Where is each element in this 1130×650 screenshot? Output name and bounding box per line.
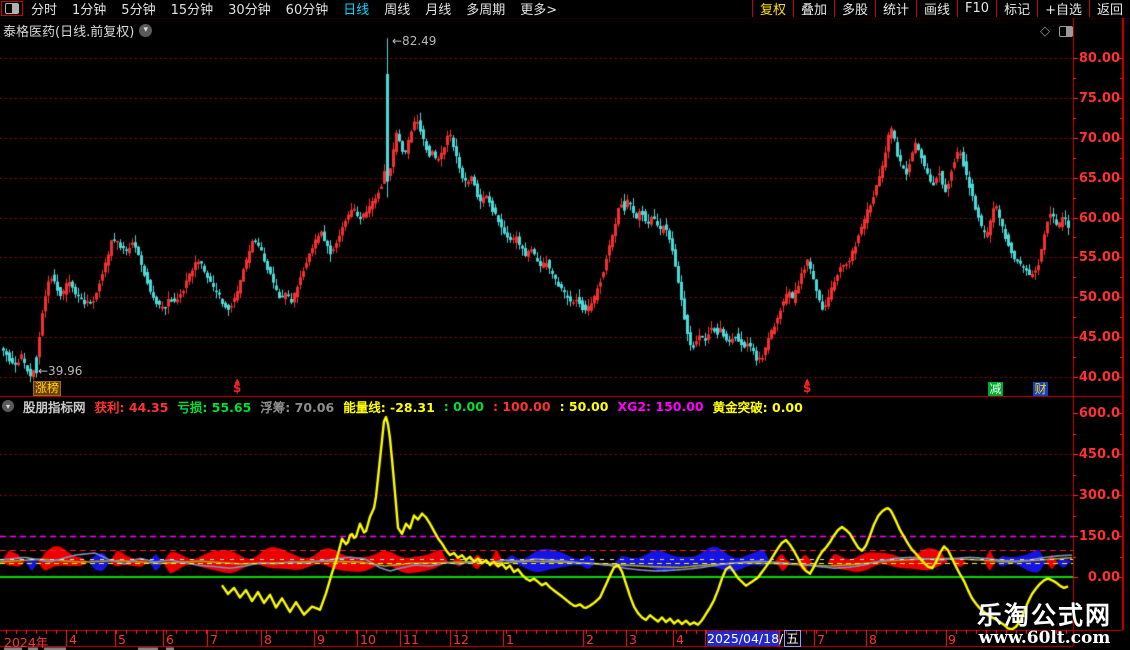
timeline-month-label: 1 <box>506 632 514 647</box>
menu-item-30分钟[interactable]: 30分钟 <box>228 0 271 18</box>
menu-item-画线[interactable]: 画线 <box>916 0 957 18</box>
timeline-month-label: 6 <box>166 632 174 647</box>
layout-icon[interactable] <box>1 1 23 16</box>
menu-item-分时[interactable]: 分时 <box>31 0 57 18</box>
tools-menu: 复权 叠加 多股 统计 画线 F10 标记 +自选 返回 <box>751 0 1130 18</box>
indicator-param: 黄金突破: 0.00 <box>712 399 803 415</box>
price-axis-label: 60.00 <box>1078 210 1120 226</box>
high-price-label: ←82.49 <box>392 34 437 48</box>
menu-item-返回[interactable]: 返回 <box>1088 0 1130 18</box>
chart-title: 泰格医药(日线.前复权) <box>3 25 135 40</box>
timeline-month-label: 9 <box>317 632 325 647</box>
indicator-header: ▾ 股朋指标网 获利: 44.35 亏损: 55.65 浮筹: 70.06 能量线: -… <box>2 397 803 416</box>
menu-item-5分钟[interactable]: 5分钟 <box>121 0 155 18</box>
menu-item-更多>[interactable]: 更多> <box>520 0 557 18</box>
timeline-month-label: 11 <box>403 632 419 647</box>
menu-item-统计[interactable]: 统计 <box>875 0 916 18</box>
timeline-month-label: 5 <box>118 632 126 647</box>
indicator-axis-label: 150.0 <box>1078 529 1120 544</box>
badge-涨榜[interactable]: 涨榜 <box>33 381 62 396</box>
low-price-label: ←39.96 <box>38 364 83 378</box>
timeline-selected-date: 2025/04/18/五 <box>707 630 801 647</box>
price-axis-label: 55.00 <box>1078 250 1120 266</box>
menu-item-周线[interactable]: 周线 <box>384 0 410 18</box>
menu-item-+自选[interactable]: +自选 <box>1037 0 1089 18</box>
price-axis-label: 50.00 <box>1078 290 1120 306</box>
diamond-icon[interactable]: ◇ <box>1040 24 1050 39</box>
menu-item-标记[interactable]: 标记 <box>996 0 1037 18</box>
indicator-param: : 50.00 <box>559 398 609 414</box>
timeline-month-label: 2024年 <box>4 635 49 650</box>
period-menu: 分时 1分钟 5分钟 15分钟 30分钟 60分钟 日线 周线 月线 多周期 更多> <box>31 0 557 18</box>
chart-canvas[interactable] <box>0 0 1130 650</box>
timeline-month-label: 8 <box>264 632 272 647</box>
badge-减[interactable]: 减 <box>988 382 1003 396</box>
watermark: 乐淘公式网 www.60lt.com <box>977 603 1112 648</box>
timeline-month-label: 2 <box>586 632 594 647</box>
chart-title-row: 泰格医药(日线.前复权) ▾ <box>3 21 153 40</box>
price-axis-label: 70.00 <box>1078 130 1120 146</box>
timeline-month-label: 10 <box>360 632 376 647</box>
menu-item-叠加[interactable]: 叠加 <box>792 0 834 18</box>
indicator-param: XG2: 150.00 <box>617 398 704 414</box>
menu-item-1分钟[interactable]: 1分钟 <box>72 0 106 18</box>
menu-item-多周期[interactable]: 多周期 <box>466 0 505 18</box>
window-icon[interactable] <box>1059 26 1073 37</box>
indicator-axis-label: 0.00 <box>1087 570 1120 585</box>
price-axis-label: 65.00 <box>1078 170 1120 186</box>
indicator-axis-label: 450.0 <box>1078 447 1120 462</box>
menu-item-多股[interactable]: 多股 <box>833 0 875 18</box>
timeline-month-label: 7 <box>210 632 218 647</box>
price-axis-label: 45.00 <box>1078 330 1120 346</box>
chart-corner-icons: ◇ <box>1040 24 1073 39</box>
menu-item-15分钟[interactable]: 15分钟 <box>171 0 214 18</box>
watermark-url: www.60lt.com <box>978 628 1111 648</box>
indicator-param: 亏损: 55.65 <box>177 399 252 415</box>
price-axis-label: 40.00 <box>1078 370 1120 385</box>
menu-item-月线[interactable]: 月线 <box>425 0 451 18</box>
indicator-axis-label: 300.0 <box>1078 488 1120 503</box>
indicator-name[interactable]: 股朋指标网 <box>23 397 86 416</box>
indicator-param: 浮筹: 70.06 <box>260 399 335 415</box>
chevron-down-icon[interactable]: ▾ <box>139 24 153 37</box>
price-axis-label: 80.00 <box>1078 51 1120 66</box>
menu-item-F10[interactable]: F10 <box>957 0 996 17</box>
indicator-axis-label: 600.0 <box>1078 406 1120 421</box>
menu-item-60分钟[interactable]: 60分钟 <box>286 0 329 18</box>
collapse-icon[interactable]: ▾ <box>2 400 14 412</box>
menu-item-日线[interactable]: 日线 <box>343 0 369 18</box>
timeline-month-label: 12 <box>453 632 469 647</box>
badge-财[interactable]: 财 <box>1033 382 1048 396</box>
menu-item-复权[interactable]: 复权 <box>751 0 793 18</box>
indicator-param: : 100.00 <box>492 398 551 414</box>
indicator-param: 获利: 44.35 <box>94 399 169 415</box>
indicator-param: : 0.00 <box>443 398 484 414</box>
app-window: 分时 1分钟 5分钟 15分钟 30分钟 60分钟 日线 周线 月线 多周期 更多> 复权 叠加 多股统… <box>0 0 1130 650</box>
indicator-param: 能量线: -28.31 <box>343 399 435 415</box>
timeline-month-label: 3 <box>629 632 637 647</box>
signal-dollar-marker: ▲ $ <box>803 377 812 395</box>
timeline-month-label: 9 <box>948 632 956 647</box>
timeline-month-label: 4 <box>69 632 77 647</box>
top-menu-bar: 分时 1分钟 5分钟 15分钟 30分钟 60分钟 日线 周线 月线 多周期 更多> 复权 叠加 多股统… <box>0 0 1130 18</box>
signal-dollar-marker: ▲ $ <box>233 377 242 395</box>
timeline-month-label: 8 <box>869 632 877 647</box>
price-axis-label: 75.00 <box>1078 90 1120 106</box>
timeline-month-label: 4 <box>676 632 684 647</box>
watermark-site-name: 乐淘公式网 <box>976 601 1112 630</box>
timeline-month-label: 7 <box>817 632 825 647</box>
